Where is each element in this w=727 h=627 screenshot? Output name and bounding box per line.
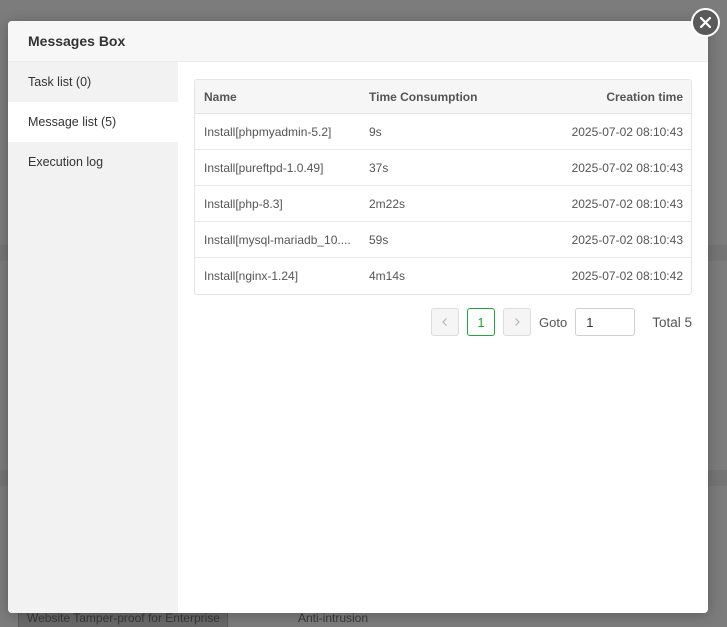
table-row: Install[mysql-mariadb_10.... 59s 2025-07… bbox=[195, 222, 691, 258]
next-page-button[interactable] bbox=[503, 308, 532, 336]
cell-time: 37s bbox=[369, 160, 389, 175]
sidebar-item-message-list[interactable]: Message list (5) bbox=[8, 102, 178, 142]
cell-created: 2025-07-02 08:10:42 bbox=[571, 269, 683, 283]
prev-page-button[interactable] bbox=[431, 308, 460, 336]
messages-dialog: Messages Box Task list (0) Message list … bbox=[8, 21, 708, 613]
cell-time: 2m22s bbox=[369, 196, 406, 211]
dialog-sidebar: Task list (0) Message list (5) Execution… bbox=[8, 62, 178, 613]
cell-name: Install[mysql-mariadb_10.... bbox=[204, 232, 351, 247]
table-row: Install[pureftpd-1.0.49] 37s 2025-07-02 … bbox=[195, 150, 691, 186]
cell-time: 9s bbox=[369, 124, 382, 139]
cell-created: 2025-07-02 08:10:43 bbox=[571, 160, 683, 175]
sidebar-item-label: Message list (5) bbox=[28, 115, 117, 129]
table-header: Name Time Consumption Creation time bbox=[195, 80, 691, 114]
cell-name: Install[php-8.3] bbox=[204, 196, 283, 211]
cell-created: 2025-07-02 08:10:43 bbox=[571, 232, 683, 247]
close-button[interactable] bbox=[691, 8, 720, 37]
sidebar-item-execution-log[interactable]: Execution log bbox=[8, 142, 178, 182]
pagination: 1 Goto Total 5 bbox=[194, 308, 692, 336]
goto-page-input[interactable] bbox=[575, 308, 636, 336]
cell-time: 59s bbox=[369, 232, 389, 247]
cell-name: Install[nginx-1.24] bbox=[204, 269, 299, 283]
chevron-left-icon bbox=[442, 318, 447, 326]
dialog-title: Messages Box bbox=[28, 33, 126, 49]
table-row: Install[phpmyadmin-5.2] 9s 2025-07-02 08… bbox=[195, 114, 691, 150]
column-header-time: Time Consumption bbox=[369, 89, 478, 104]
cell-name: Install[phpmyadmin-5.2] bbox=[204, 124, 332, 139]
total-count: Total 5 bbox=[652, 314, 692, 330]
cell-time: 4m14s bbox=[369, 269, 406, 283]
message-list-panel: Name Time Consumption Creation time Inst… bbox=[194, 79, 692, 336]
cell-name: Install[pureftpd-1.0.49] bbox=[204, 160, 324, 175]
cell-created: 2025-07-02 08:10:43 bbox=[571, 196, 683, 211]
chevron-right-icon bbox=[515, 318, 520, 326]
column-header-name: Name bbox=[204, 89, 237, 104]
dialog-header: Messages Box bbox=[8, 21, 708, 62]
message-table: Name Time Consumption Creation time Inst… bbox=[194, 79, 692, 295]
table-row: Install[nginx-1.24] 4m14s 2025-07-02 08:… bbox=[195, 258, 691, 294]
sidebar-item-task-list[interactable]: Task list (0) bbox=[8, 62, 178, 102]
table-row: Install[php-8.3] 2m22s 2025-07-02 08:10:… bbox=[195, 186, 691, 222]
column-header-created: Creation time bbox=[606, 89, 683, 104]
sidebar-item-label: Task list (0) bbox=[28, 75, 92, 89]
page-number-button[interactable]: 1 bbox=[467, 308, 496, 336]
sidebar-item-label: Execution log bbox=[28, 155, 104, 169]
cell-created: 2025-07-02 08:10:43 bbox=[571, 124, 683, 139]
goto-label: Goto bbox=[539, 314, 568, 330]
close-icon bbox=[699, 16, 712, 29]
